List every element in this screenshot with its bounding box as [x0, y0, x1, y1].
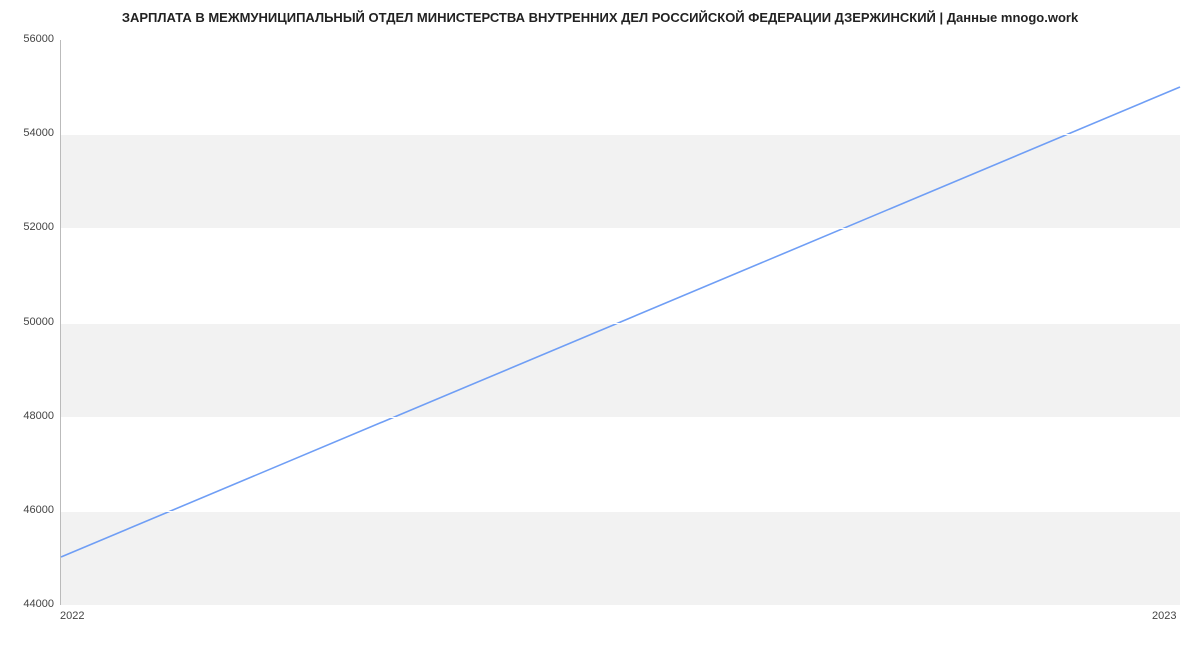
gridline [61, 417, 1180, 418]
plot-area [60, 40, 1180, 605]
gridline [61, 605, 1180, 606]
gridline [61, 323, 1180, 324]
gridline [61, 228, 1180, 229]
gridline [61, 134, 1180, 135]
x-tick-label: 2023 [1152, 610, 1176, 622]
y-tick-label: 46000 [4, 504, 54, 516]
y-tick-label: 50000 [4, 316, 54, 328]
y-tick-label: 52000 [4, 221, 54, 233]
y-tick-label: 48000 [4, 410, 54, 422]
y-tick-label: 56000 [4, 33, 54, 45]
chart-title: ЗАРПЛАТА В МЕЖМУНИЦИПАЛЬНЫЙ ОТДЕЛ МИНИСТ… [0, 10, 1200, 25]
y-tick-label: 44000 [4, 598, 54, 610]
gridline [61, 511, 1180, 512]
y-tick-label: 54000 [4, 127, 54, 139]
gridline [61, 40, 1180, 41]
chart-container: ЗАРПЛАТА В МЕЖМУНИЦИПАЛЬНЫЙ ОТДЕЛ МИНИСТ… [0, 0, 1200, 650]
x-tick-label: 2022 [60, 610, 84, 622]
